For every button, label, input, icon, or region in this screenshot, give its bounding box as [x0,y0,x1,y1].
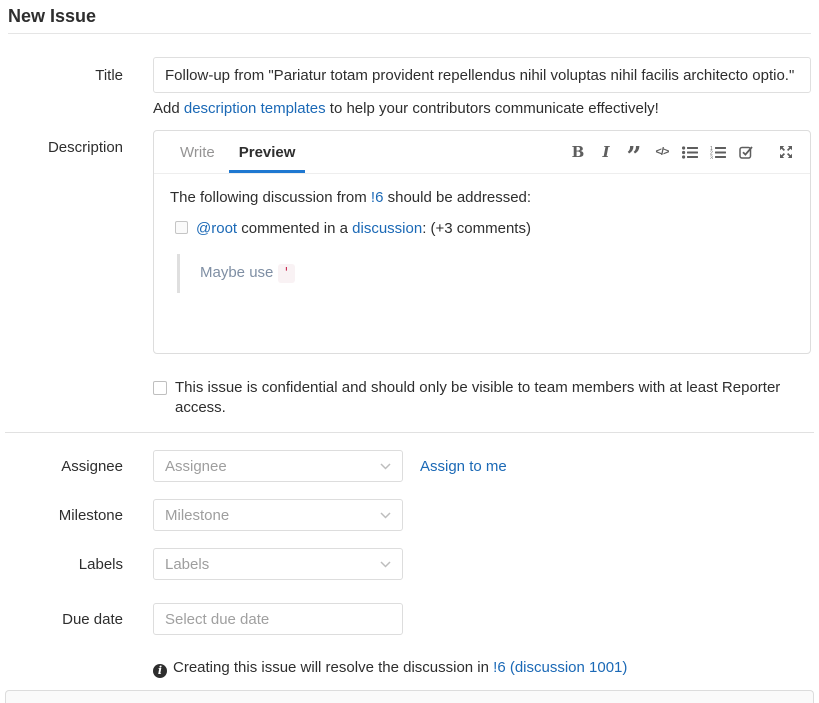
task-list: @root commented in a discussion: (+3 com… [170,218,794,294]
editor-tabs: Write Preview [170,131,309,173]
title-input[interactable] [153,57,811,93]
merge-request-link[interactable]: !6 [371,189,384,206]
labels-row: Labels Labels [8,548,811,580]
author-link[interactable]: @root [196,220,237,237]
task-middle-text: commented in a [237,220,352,237]
task-list-icon[interactable] [737,140,755,164]
task-checkbox [175,221,188,234]
quote-icon[interactable]: ” [625,140,643,164]
chevron-down-icon [380,463,391,470]
title-row: Title [8,57,811,93]
confidential-text: This issue is confidential and should on… [175,378,793,418]
discussion-link[interactable]: discussion [352,220,422,237]
markdown-editor-header: Write Preview B I ” </> 123 [154,131,810,174]
labels-label: Labels [8,556,123,573]
title-help-text: Add description templates to help your c… [153,99,811,119]
title-label: Title [8,67,123,84]
fullscreen-icon[interactable] [777,140,795,164]
intro-suffix: should be addressed: [383,189,531,206]
chevron-down-icon [380,561,391,568]
description-templates-link[interactable]: description templates [184,100,326,117]
markdown-editor: Write Preview B I ” </> 123 [153,130,811,354]
numbered-list-icon[interactable]: 123 [709,140,727,164]
confidential-checkbox-label: This issue is confidential and should on… [153,378,811,418]
chevron-down-icon [380,512,391,519]
bullet-list-icon[interactable] [681,140,699,164]
assignee-dropdown-value: Assignee [165,458,227,475]
confidential-checkbox[interactable] [153,381,167,395]
due-date-label: Due date [8,611,123,628]
milestone-row: Milestone Milestone [8,499,811,531]
resolve-note-text: Creating this issue will resolve the dis… [173,659,493,676]
assignee-label: Assignee [8,458,123,475]
quoted-comment: Maybe use ' [177,254,794,294]
due-date-row: Due date [8,603,811,635]
bold-icon[interactable]: B [569,140,587,164]
tab-write[interactable]: Write [170,131,225,173]
info-icon: i [153,664,167,678]
task-suffix-text: : (+3 comments) [422,220,531,237]
task-list-item: @root commented in a discussion: (+3 com… [175,218,794,294]
svg-text:3: 3 [710,155,713,159]
quote-code-span: ' [278,264,296,283]
page-title: New Issue [8,0,811,34]
assignee-row: Assignee Assignee Assign to me [8,450,811,482]
description-row: Description Write Preview B I ” </> [8,130,811,354]
markdown-preview: The following discussion from !6 should … [154,174,810,353]
section-divider [5,432,814,433]
help-prefix: Add [153,100,184,117]
quote-text: Maybe use [200,264,278,281]
description-label: Description [8,130,123,354]
milestone-dropdown-value: Milestone [165,507,229,524]
form-footer-strip [5,690,814,703]
markdown-toolbar: B I ” </> 123 [559,131,795,173]
new-issue-page: New Issue Title Add description template… [0,0,819,703]
resolve-note-row: i Creating this issue will resolve the di… [8,658,811,678]
italic-icon[interactable]: I [597,140,615,164]
tab-preview[interactable]: Preview [229,131,306,173]
milestone-label: Milestone [8,507,123,524]
resolve-discussion-link[interactable]: !6 (discussion 1001) [493,659,627,676]
intro-prefix: The following discussion from [170,189,371,206]
due-date-input[interactable] [153,603,403,635]
assignee-dropdown[interactable]: Assignee [153,450,403,482]
help-suffix: to help your contributors communicate ef… [326,100,659,117]
labels-dropdown-value: Labels [165,556,209,573]
milestone-dropdown[interactable]: Milestone [153,499,403,531]
code-icon[interactable]: </> [653,140,671,164]
confidential-row: This issue is confidential and should on… [8,378,811,418]
preview-intro-line: The following discussion from !6 should … [170,187,794,209]
assign-to-me-link[interactable]: Assign to me [420,458,507,475]
labels-dropdown[interactable]: Labels [153,548,403,580]
